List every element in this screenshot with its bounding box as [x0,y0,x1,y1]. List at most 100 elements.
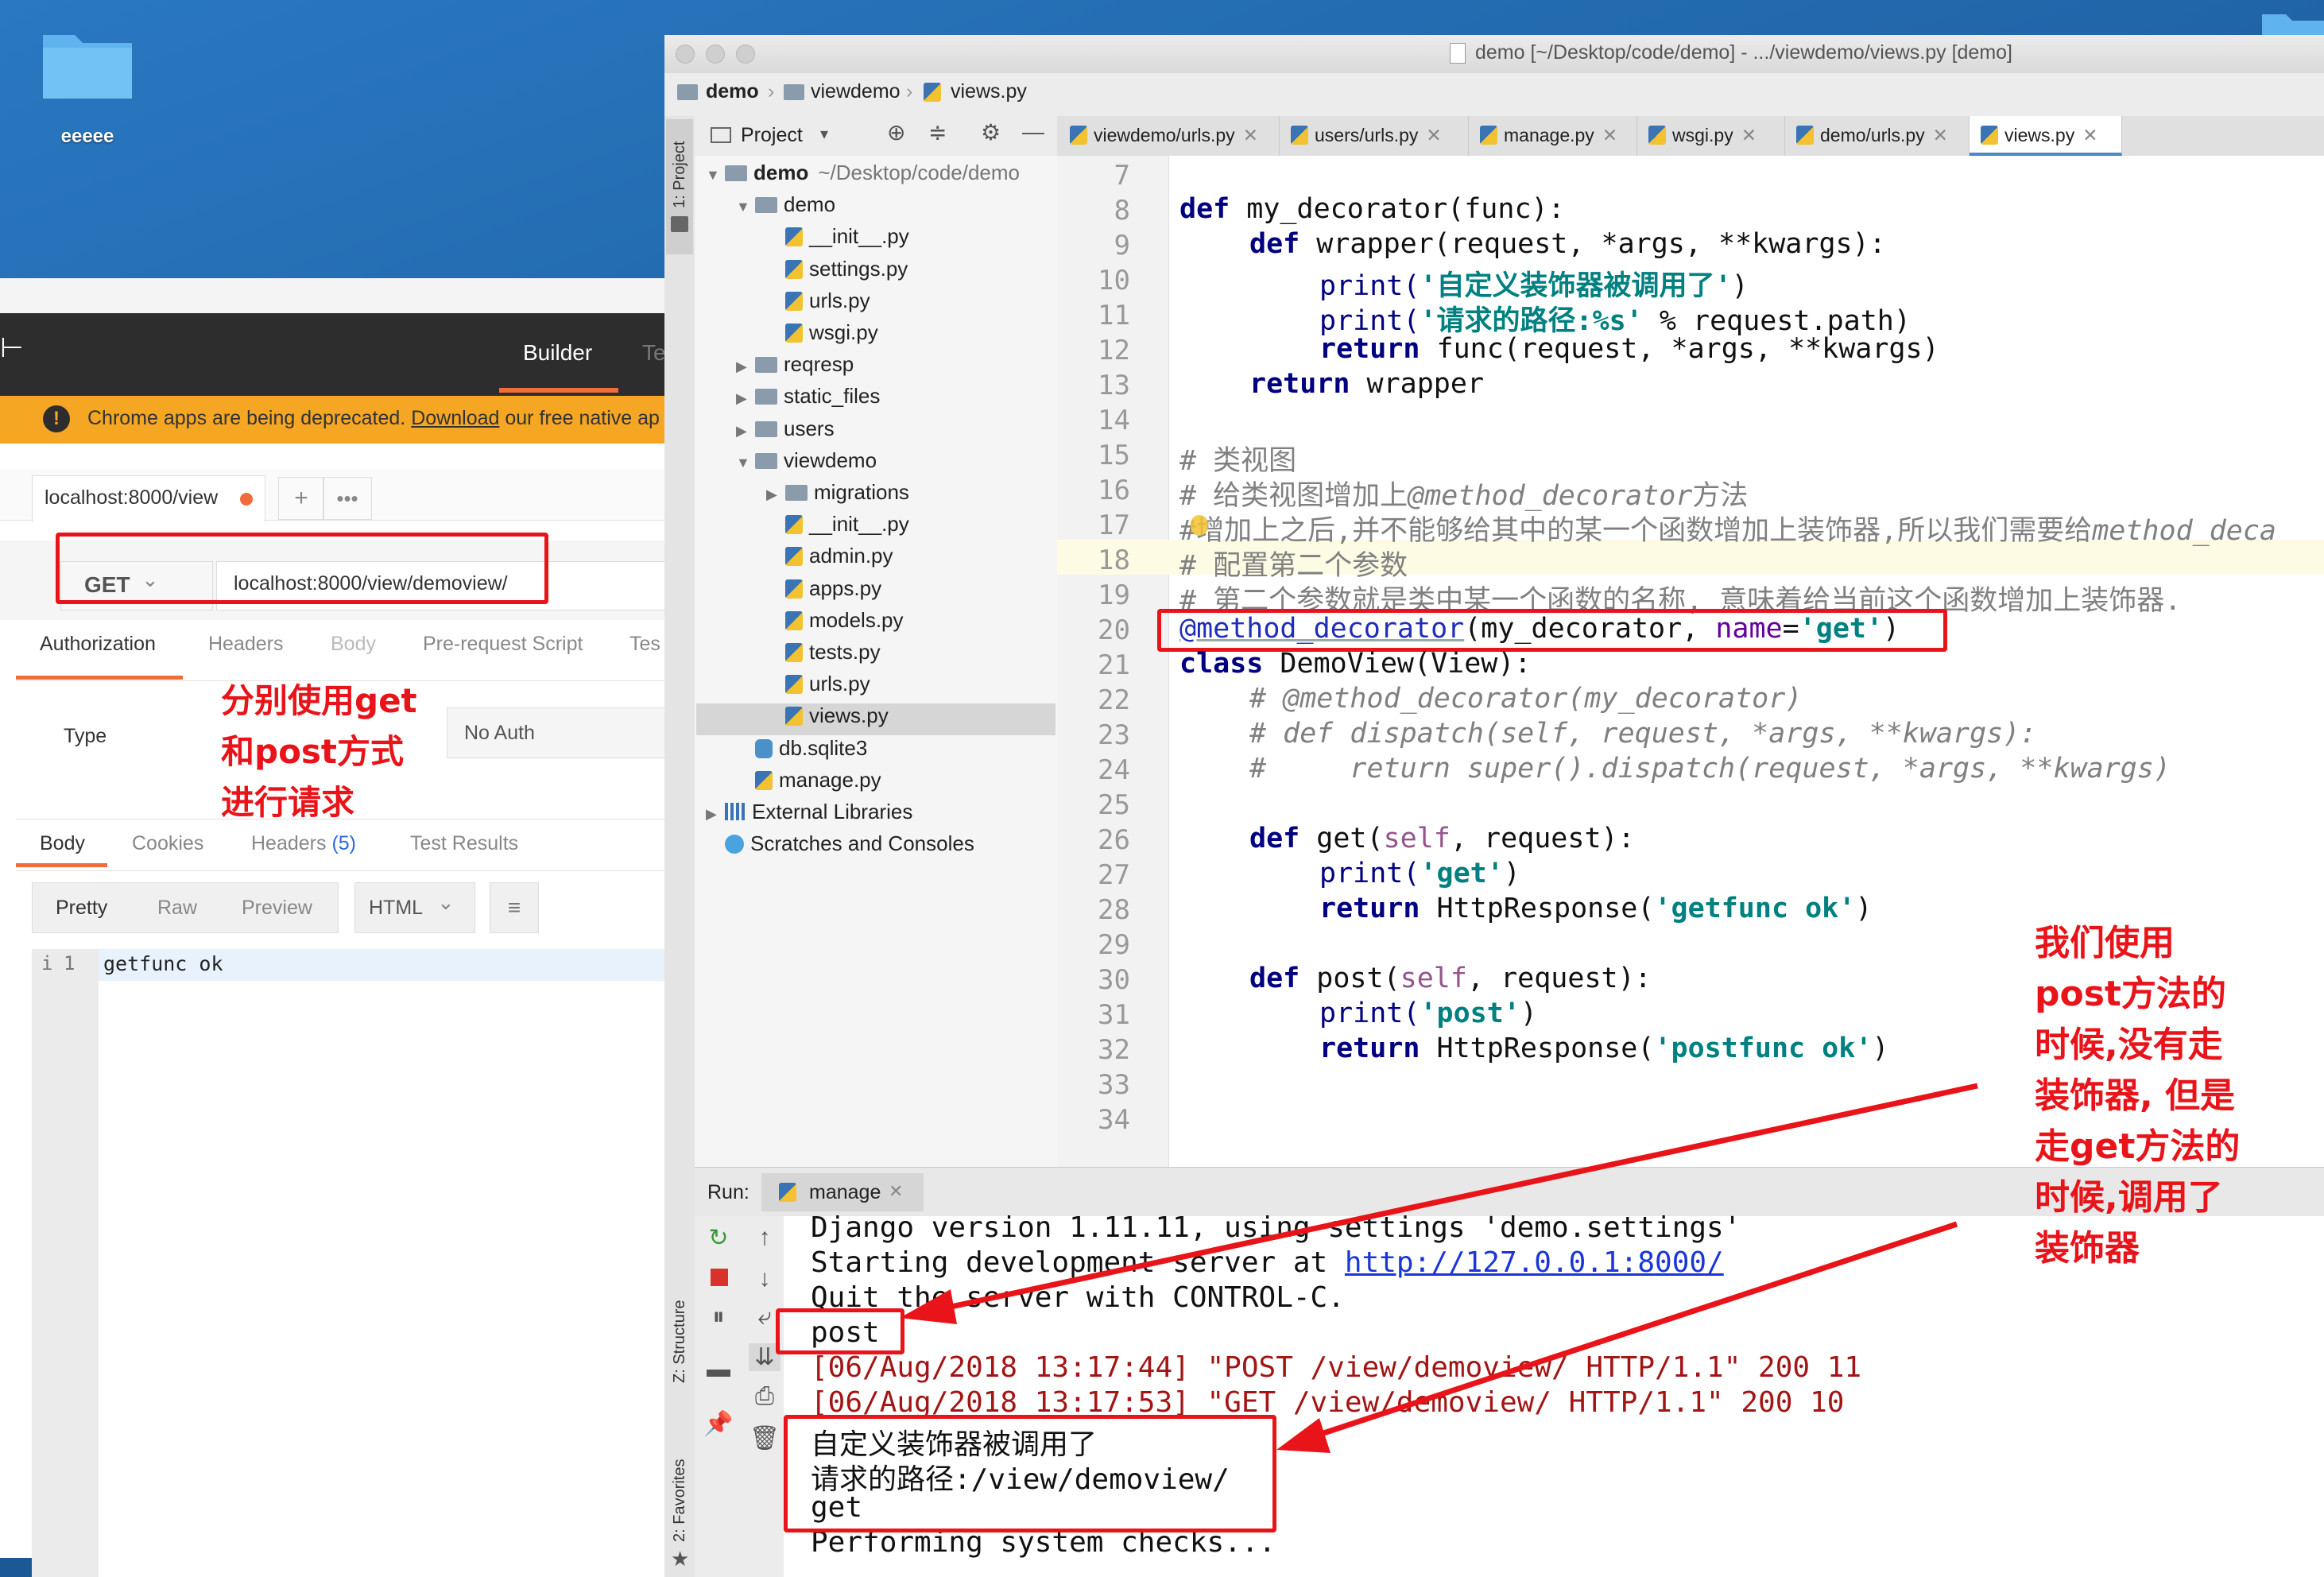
tree-item[interactable]: views.py [696,703,1055,735]
code-text: post( [1300,963,1400,994]
python-file-icon [785,515,803,534]
print-icon[interactable]: ⎙ [749,1383,780,1410]
scroll-down-icon[interactable]: ↓ [749,1265,780,1292]
tab-cookies[interactable]: Cookies [132,832,203,855]
collapsed-arrow-icon[interactable]: ▶ [736,423,755,440]
close-icon[interactable]: ✕ [1602,125,1617,145]
server-url-link[interactable]: http://127.0.0.1:8000/ [1345,1246,1724,1279]
tab-prerequest-script[interactable]: Pre-request Script [423,633,583,656]
collapsed-arrow-icon[interactable]: ▶ [766,486,785,503]
tree-item[interactable]: urls.py [696,289,1055,320]
tree-item[interactable]: urls.py [696,672,1055,703]
close-icon[interactable]: ✕ [889,1181,903,1202]
tree-item[interactable]: admin.py [696,544,1055,575]
favorites-tool-label[interactable]: 2: Favorites [671,1459,689,1542]
breadcrumb-project[interactable]: demo [706,80,759,103]
line-number: 26 [1098,824,1130,856]
tab-response-headers[interactable]: Headers (5) [251,832,356,855]
new-tab-button[interactable]: + [278,477,324,520]
format-pretty[interactable]: Pretty [56,897,107,920]
tree-item[interactable]: ▶ static_files [696,384,1055,416]
code-comment: # 给类视图增加上 [1179,480,1408,512]
close-icon[interactable]: ✕ [1933,125,1948,145]
breadcrumb-file[interactable]: views.py [951,80,1027,103]
tree-item[interactable]: manage.py [696,768,1055,800]
close-icon[interactable]: ✕ [1426,125,1441,145]
editor-tab[interactable]: demo/urls.py ✕ [1785,116,1970,156]
collapsed-arrow-icon[interactable]: ▶ [736,390,755,407]
tab-headers[interactable]: Headers [208,633,284,656]
scratch-icon [725,835,744,854]
pause-icon[interactable]: ⏸ [703,1304,734,1331]
tree-item[interactable]: __init__.py [696,512,1055,544]
collapsed-arrow-icon[interactable]: ▶ [736,358,755,375]
expanded-arrow-icon[interactable]: ▼ [736,199,755,215]
tab-tests[interactable]: Tes [629,633,660,656]
tree-item[interactable]: wsgi.py [696,320,1055,352]
structure-tool-label[interactable]: Z: Structure [671,1300,689,1383]
tree-item[interactable]: db.sqlite3 [696,736,1055,768]
download-link[interactable]: Download [411,407,499,429]
zoom-window-button[interactable] [736,45,755,64]
project-view-select[interactable]: Project [741,124,803,147]
line-number: 10 [1098,265,1130,296]
stop-icon[interactable] [711,1269,728,1286]
menu-icon[interactable]: ⊢ [0,332,24,364]
python-file-icon [1981,126,1998,145]
expanded-arrow-icon[interactable]: ▼ [736,455,755,471]
tree-item[interactable]: apps.py [696,576,1055,608]
editor-tab-active[interactable]: views.py ✕ [1970,116,2122,156]
folder-icon[interactable] [40,24,135,103]
tree-item[interactable]: ▼ demo [696,192,1055,224]
tree-item[interactable]: settings.py [696,257,1055,289]
code-text: print( [1319,998,1420,1029]
layout-icon[interactable]: ▬ [703,1356,734,1383]
tree-item[interactable]: ▶ External Libraries [696,800,1055,831]
hide-icon[interactable]: — [1022,119,1044,145]
scroll-up-icon[interactable]: ↑ [749,1224,780,1251]
tree-item[interactable]: models.py [696,608,1055,640]
code-line-21: class DemoView(View): [1179,648,1532,680]
tree-item[interactable]: ▼ viewdemo [696,448,1055,480]
editor-tab[interactable]: viewdemo/urls.py ✕ [1059,116,1280,156]
gear-icon[interactable]: ⚙ [981,119,1001,145]
builder-tab[interactable]: Builder [523,340,592,366]
lightbulb-icon[interactable] [1191,515,1208,536]
tree-item[interactable]: tests.py [696,640,1055,672]
close-window-button[interactable] [676,45,695,64]
minimize-window-button[interactable] [706,45,725,64]
tree-item[interactable]: ▶ users [696,417,1055,448]
more-tabs-button[interactable]: ••• [323,477,372,520]
close-icon[interactable]: ✕ [1243,125,1258,145]
code-keyword: def [1179,193,1230,225]
tree-item[interactable]: ▶ migrations [696,480,1055,512]
close-icon[interactable]: ✕ [2082,125,2097,145]
tab-authorization[interactable]: Authorization [40,633,156,656]
breadcrumb-viewdemo[interactable]: viewdemo [811,80,901,103]
tree-item[interactable]: __init__.py [696,224,1055,256]
close-icon[interactable]: ✕ [1741,125,1757,145]
collapse-all-icon[interactable]: ≑ [928,119,947,145]
tab-response-body[interactable]: Body [40,832,85,855]
pin-icon[interactable]: 📌 [703,1410,734,1438]
format-raw[interactable]: Raw [157,897,197,920]
tree-item[interactable]: Scratches and Consoles [696,831,1055,863]
team-tab[interactable]: Te [642,340,664,366]
tab-body[interactable]: Body [331,633,376,656]
editor-tab[interactable]: manage.py ✕ [1469,116,1637,156]
expanded-arrow-icon[interactable]: ▼ [706,167,725,184]
tab-test-results[interactable]: Test Results [410,832,518,855]
collapsed-arrow-icon[interactable]: ▶ [706,806,725,823]
rerun-icon[interactable]: ↻ [703,1224,734,1252]
run-label: Run: [707,1181,749,1203]
editor-tab[interactable]: users/urls.py ✕ [1280,116,1469,156]
trash-icon[interactable]: 🗑 [749,1424,780,1452]
wrap-lines-icon[interactable]: ≡ [490,882,539,933]
tree-item[interactable]: ▶ reqresp [696,352,1055,384]
format-preview[interactable]: Preview [242,897,312,920]
locate-icon[interactable]: ⊕ [887,119,905,145]
tree-item[interactable]: ▼ demo ~/Desktop/code/demo [696,161,1055,192]
tree-item-label: Scratches and Consoles [750,831,974,855]
editor-tab[interactable]: wsgi.py ✕ [1637,116,1785,156]
line-number: 27 [1098,859,1130,891]
